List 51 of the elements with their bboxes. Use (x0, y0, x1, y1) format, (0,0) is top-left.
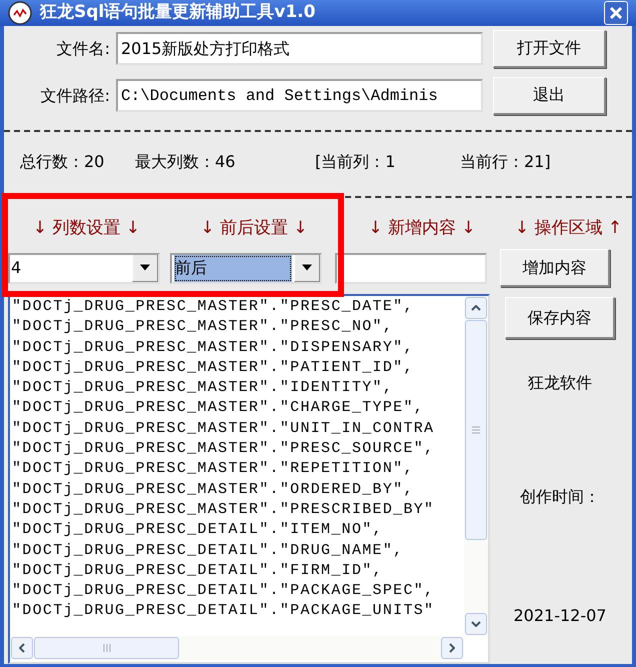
close-button[interactable] (604, 0, 628, 25)
text-field[interactable] (335, 252, 487, 284)
dropdown[interactable]: 4 (8, 252, 160, 284)
scrollbar-thumb[interactable] (465, 320, 487, 540)
code-line: "DOCTj_DRUG_PRESC_MASTER"."PRESCRIBED_BY" (11, 500, 436, 520)
stat-text: [当前列：1 (315, 150, 396, 172)
text-field[interactable]: C:\Documents and Settings\Adminis (116, 79, 483, 112)
add-content-button[interactable]: 增加内容 (500, 249, 610, 287)
code-line: "DOCTj_DRUG_PRESC_MASTER"."PRESC_NO", (11, 317, 394, 338)
window-title: 狂龙Sql语句批量更新辅助工具v1.0 (40, 1, 316, 24)
text-field[interactable]: 2015新版处方打印格式 (116, 32, 483, 65)
stat-text: 当前行：21] (460, 150, 552, 172)
code-line: "DOCTj_DRUG_PRESC_DETAIL"."ITEM_NO", (11, 520, 384, 540)
code-line: "DOCTj_DRUG_PRESC_MASTER"."UNIT_IN_CONTRA (11, 418, 436, 439)
stat-text: 最大列数：46 (135, 150, 236, 172)
code-line: "DOCTj_DRUG_PRESC_MASTER"."REPETITION", (11, 459, 415, 480)
section-header: ↓ 新增内容 ↓ (367, 216, 477, 240)
code-line: "DOCTj_DRUG_PRESC_DETAIL"."PACKAGE_SPEC", (11, 581, 436, 602)
field-label: 文件名: (56, 38, 111, 60)
section-header: ↓ 前后设置 ↓ (199, 216, 309, 240)
side-text: 创作时间： (520, 486, 600, 508)
code-line: "DOCTj_DRUG_PRESC_MASTER"."CHARGE_TYPE", (11, 398, 426, 418)
section-header: ↓ 列数设置 ↓ (32, 216, 142, 240)
section-header: ↓ 操作区域 ↑ (514, 216, 624, 240)
date-text: 2021-12-07 (514, 605, 606, 627)
app-logo-icon (8, 1, 32, 26)
code-line: "DOCTj_DRUG_PRESC_MASTER"."IDENTITY", (11, 378, 394, 398)
dropdown-arrow-icon (301, 264, 313, 271)
code-line: "DOCTj_DRUG_PRESC_DETAIL"."FIRM_ID", (11, 560, 384, 581)
scrollbar-thumb[interactable] (34, 637, 179, 659)
dropdown[interactable]: 前后 (170, 252, 322, 284)
code-line: "DOCTj_DRUG_PRESC_MASTER"."PRESC_SOURCE", (11, 439, 436, 460)
scroll-up-button[interactable] (465, 297, 487, 319)
code-line: "DOCTj_DRUG_PRESC_MASTER"."PRESC_DATE", (11, 297, 415, 317)
code-line: "DOCTj_DRUG_PRESC_MASTER"."PATIENT_ID", (11, 358, 415, 378)
action-button[interactable]: 退出 (493, 76, 606, 114)
save-content-button[interactable]: 保存内容 (505, 297, 615, 339)
side-text: 狂龙软件 (528, 372, 592, 394)
code-line: "DOCTj_DRUG_PRESC_MASTER"."ORDERED_BY", (11, 480, 415, 500)
code-line: "DOCTj_DRUG_PRESC_DETAIL"."PACKAGE_UNITS" (11, 601, 436, 622)
field-label: 文件路径: (40, 84, 111, 106)
scroll-down-button[interactable] (465, 613, 487, 635)
scroll-right-button[interactable] (441, 637, 463, 659)
dropdown-arrow-icon (139, 264, 151, 271)
stat-text: 总行数：20 (20, 150, 106, 172)
text-area[interactable] (8, 294, 490, 664)
code-line: "DOCTj_DRUG_PRESC_DETAIL"."DRUG_NAME", (11, 540, 404, 561)
close-icon (609, 6, 623, 20)
scroll-left-button[interactable] (11, 637, 33, 659)
action-button[interactable]: 打开文件 (493, 30, 606, 68)
code-line: "DOCTj_DRUG_PRESC_MASTER"."DISPENSARY", (11, 338, 415, 358)
